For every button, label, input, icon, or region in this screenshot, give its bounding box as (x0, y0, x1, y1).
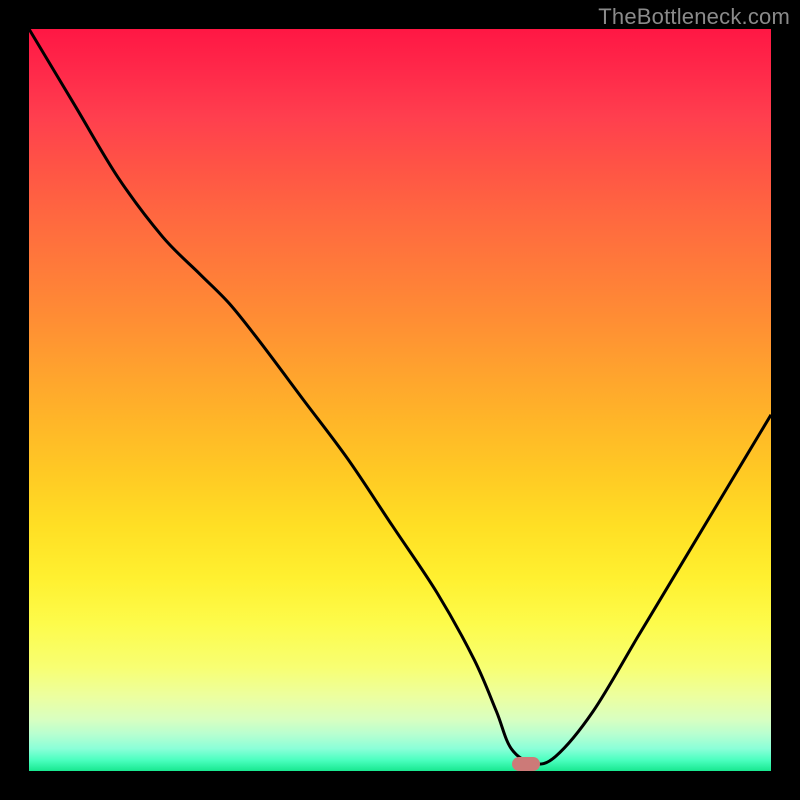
optimal-point-marker (512, 757, 540, 771)
watermark-text: TheBottleneck.com (598, 4, 790, 30)
bottleneck-curve (29, 29, 771, 771)
chart-frame: TheBottleneck.com (0, 0, 800, 800)
plot-area (29, 29, 771, 771)
